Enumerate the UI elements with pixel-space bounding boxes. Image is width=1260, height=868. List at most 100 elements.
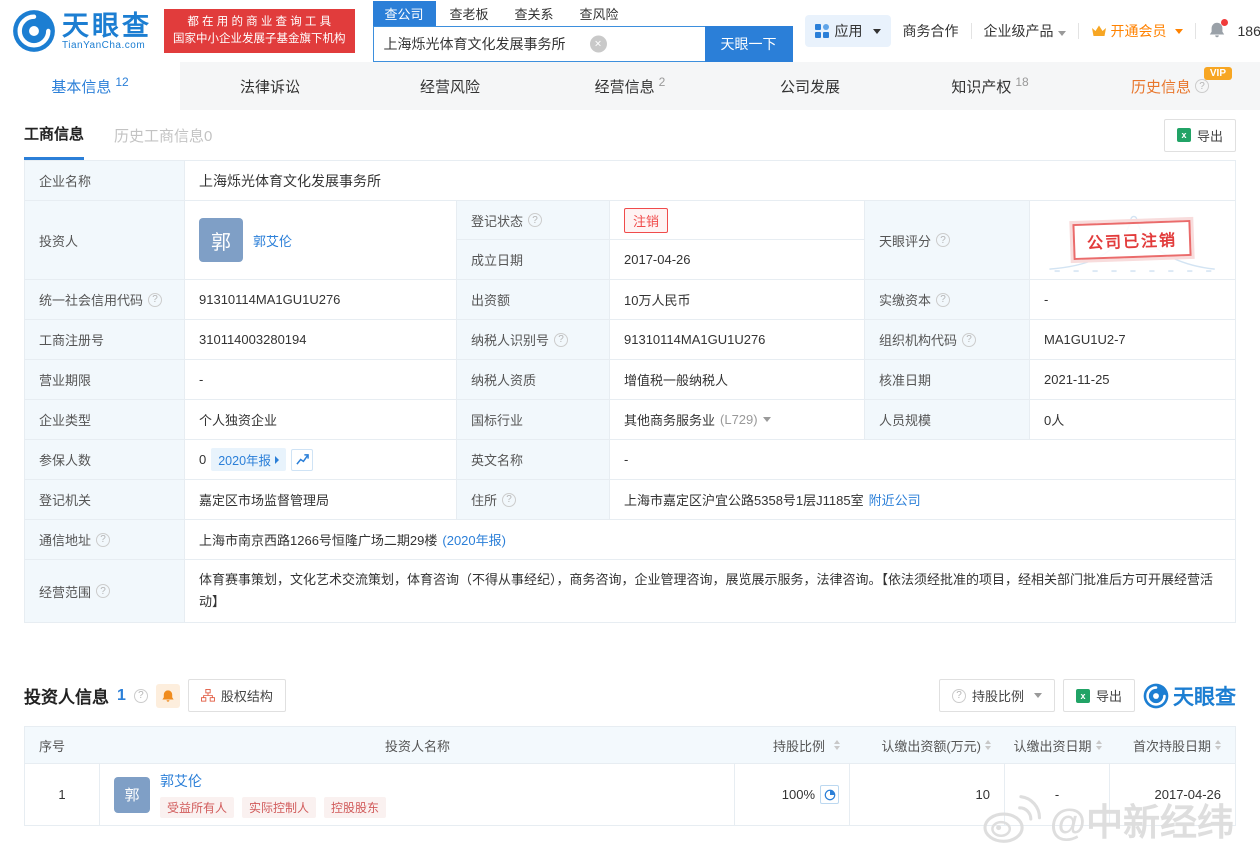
tab-label: 公司发展 <box>779 78 840 96</box>
help-icon[interactable] <box>936 233 951 247</box>
search-tab-risk[interactable]: 查风险 <box>568 1 631 26</box>
company-type-label: 企业类型 <box>25 400 185 439</box>
chevron-down-icon[interactable] <box>762 417 771 422</box>
reg-status-value: 注销 <box>610 201 865 240</box>
help-icon[interactable] <box>554 332 569 347</box>
company-type-value: 个人独资企业 <box>185 400 457 439</box>
nearby-companies-link[interactable]: 附近公司 <box>869 490 921 509</box>
row-index: 1 <box>25 764 100 825</box>
tab-count: 2 <box>658 75 666 89</box>
org-chart-icon <box>200 689 215 702</box>
trend-chart-icon[interactable] <box>291 448 314 471</box>
promo-line1: 都 在 用 的 商 业 查 询 工 具 <box>187 16 332 28</box>
subtab-business-info[interactable]: 工商信息 <box>24 110 85 160</box>
pie-chart-icon[interactable] <box>820 785 839 804</box>
crown-icon <box>1091 25 1106 36</box>
taxpayer-quality-value: 增值税一般纳税人 <box>610 360 865 399</box>
tab-legal[interactable]: 法律诉讼 <box>180 62 360 110</box>
avatar[interactable]: 郭 <box>199 218 243 262</box>
tab-history-info[interactable]: 历史信息 VIP <box>1080 62 1260 110</box>
clear-search-icon[interactable] <box>589 35 607 52</box>
col-subscribed-amount[interactable]: 认缴出资额(万元) <box>850 736 1005 755</box>
subtab-row: 工商信息 历史工商信息0 导出 <box>0 110 1260 160</box>
annual-report-link[interactable]: (2020年报) <box>442 530 506 549</box>
score-label: 天眼评分 <box>865 201 1030 279</box>
help-icon[interactable] <box>133 688 148 703</box>
tab-intellectual-property[interactable]: 知识产权 18 <box>900 62 1080 110</box>
org-code-value: MA1GU1U2-7 <box>1030 320 1235 359</box>
tianyancha-eye-icon <box>13 10 55 52</box>
col-investor-name: 投资人名称 <box>384 738 450 754</box>
help-icon[interactable] <box>96 532 111 547</box>
holding-ratio-label: 持股比例 <box>971 689 1024 704</box>
holding-ratio-dropdown[interactable]: 持股比例 <box>938 679 1055 712</box>
search-tab-boss[interactable]: 查老板 <box>438 1 501 26</box>
score-cell: 公司已注销 <box>1030 201 1235 279</box>
logo-text: 天眼查 <box>62 10 152 41</box>
tianyancha-logo[interactable]: 天眼查 TianYanCha.com <box>12 9 152 53</box>
col-first-holding-date[interactable]: 首次持股日期 <box>1110 736 1235 755</box>
nav-cooperation[interactable]: 商务合作 <box>903 21 959 41</box>
english-name-value: - <box>610 440 1235 479</box>
investor-name-link[interactable]: 郭艾伦 <box>160 773 202 789</box>
export-button[interactable]: 导出 <box>1062 679 1135 712</box>
investors-count: 1 <box>117 686 126 704</box>
tab-label: 法律诉讼 <box>239 78 300 96</box>
tag-controlling-shareholder: 控股股东 <box>324 797 387 818</box>
monitor-bell-icon[interactable] <box>155 683 180 708</box>
approval-date-label: 核准日期 <box>865 360 1030 399</box>
investor-name-link[interactable]: 郭艾伦 <box>253 231 292 250</box>
company-name-value: 上海烁光体育文化发展事务所 <box>185 161 1235 200</box>
search-tab-relation[interactable]: 查关系 <box>503 1 566 26</box>
help-icon[interactable] <box>528 213 543 227</box>
search-tab-company[interactable]: 查公司 <box>372 0 436 26</box>
taxpayer-quality-label: 纳税人资质 <box>457 360 610 399</box>
chevron-down-icon <box>1057 31 1066 36</box>
apps-label: 应用 <box>834 23 863 39</box>
establish-date-value: 2017-04-26 <box>610 240 865 279</box>
investor-tags: 受益所有人 实际控制人 控股股东 <box>160 797 387 818</box>
taxpayer-id-value: 91310114MA1GU1U276 <box>610 320 865 359</box>
avatar[interactable]: 郭 <box>114 776 150 813</box>
capital-label: 出资额 <box>457 280 610 319</box>
tianyancha-logo-text: 天眼查 <box>1173 685 1236 709</box>
search-input[interactable] <box>372 25 705 62</box>
taxpayer-id-label: 纳税人识别号 <box>457 320 610 359</box>
annual-report-badge[interactable]: 2020年报 <box>211 448 287 471</box>
col-subscribed-date[interactable]: 认缴出资日期 <box>1005 736 1110 755</box>
reg-status-label: 登记状态 <box>457 201 610 240</box>
tab-basic-info[interactable]: 基本信息 12 <box>0 62 180 110</box>
reg-authority-label: 登记机关 <box>25 480 185 519</box>
help-icon[interactable] <box>962 332 977 347</box>
business-info-table: 企业名称 上海烁光体育文化发展事务所 投资人 郭 郭艾伦 登记状态 注销 成立日… <box>24 160 1236 623</box>
user-phone-menu[interactable]: 186*... <box>1238 23 1260 39</box>
business-scope-label: 经营范围 <box>25 560 185 622</box>
divider <box>1077 23 1079 39</box>
row-subscribed-date: - <box>1005 764 1110 825</box>
export-button[interactable]: 导出 <box>1163 118 1236 152</box>
nav-enterprise[interactable]: 企业级产品 <box>984 21 1066 41</box>
help-icon[interactable] <box>1195 79 1209 93</box>
equity-structure-button[interactable]: 股权结构 <box>187 679 286 712</box>
help-icon[interactable] <box>502 492 517 507</box>
establish-date-label: 成立日期 <box>457 240 610 279</box>
arrow-right-icon <box>275 455 280 464</box>
help-icon[interactable] <box>148 292 163 307</box>
notifications-bell-icon[interactable] <box>1208 18 1228 42</box>
investors-table-header: 序号 投资人名称 持股比例 认缴出资额(万元) 认缴出资日期 首次持股日期 <box>25 727 1235 763</box>
tab-operation-risk[interactable]: 经营风险 <box>360 62 540 110</box>
apps-menu[interactable]: 应用 <box>804 15 891 47</box>
industry-value: 其他商务服务业 (L729) <box>610 400 865 439</box>
help-icon[interactable] <box>96 584 111 598</box>
sort-icon <box>1215 740 1221 750</box>
col-holding-ratio[interactable]: 持股比例 <box>735 736 850 755</box>
subtab-history-business-info[interactable]: 历史工商信息0 <box>114 110 212 160</box>
tab-company-development[interactable]: 公司发展 <box>720 62 900 110</box>
help-icon[interactable] <box>936 292 951 307</box>
table-row: 1 郭 郭艾伦 受益所有人 实际控制人 控股股东 100% 10 - 2017-… <box>25 763 1235 825</box>
tab-label: 经营风险 <box>419 78 480 96</box>
tab-operation-info[interactable]: 经营信息 2 <box>540 62 720 110</box>
nav-vip[interactable]: 开通会员 <box>1091 21 1183 41</box>
search-button[interactable]: 天眼一下 <box>704 25 793 62</box>
industry-label: 国标行业 <box>457 400 610 439</box>
